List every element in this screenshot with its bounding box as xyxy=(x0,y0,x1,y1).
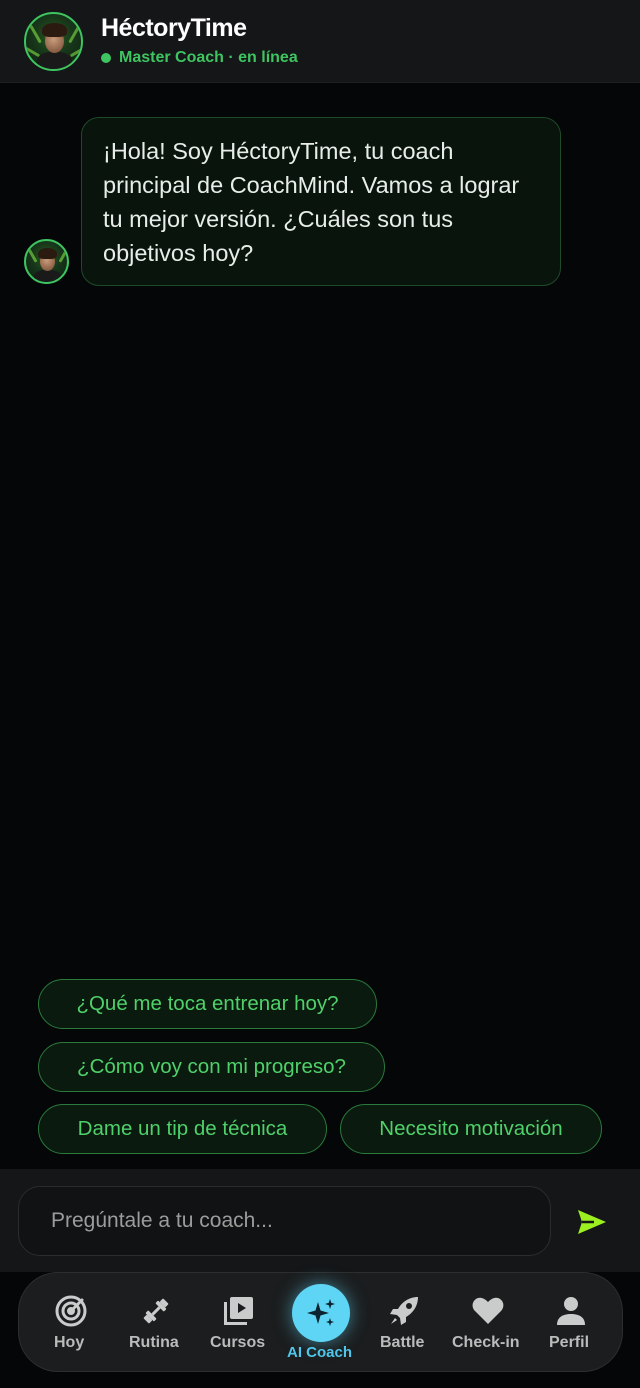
message-input[interactable]: Pregúntale a tu coach... xyxy=(18,1186,551,1256)
nav-item-check-in[interactable]: Check-in xyxy=(449,1273,529,1373)
suggestion-chip-motivation[interactable]: Necesito motivación xyxy=(340,1104,602,1154)
coach-avatar[interactable] xyxy=(24,12,83,71)
coach-name: HéctoryTime xyxy=(101,14,247,42)
suggestion-chip-progress[interactable]: ¿Cómo voy con mi progreso? xyxy=(38,1042,385,1092)
bottom-nav-area: Hoy Rutina Cursos AI Coach Battle Check-… xyxy=(0,1272,640,1388)
coach-message-bubble: ¡Hola! Soy HéctoryTime, tu coach princip… xyxy=(81,117,561,286)
nav-item-rutina[interactable]: Rutina xyxy=(116,1273,196,1373)
message-composer: Pregúntale a tu coach... xyxy=(0,1169,640,1272)
send-button[interactable] xyxy=(572,1202,612,1242)
rocket-icon xyxy=(386,1293,422,1329)
nav-item-hoy[interactable]: Hoy xyxy=(33,1273,108,1373)
online-dot-icon xyxy=(101,53,111,63)
nav-label-cursos: Cursos xyxy=(210,1334,266,1351)
person-icon xyxy=(553,1293,589,1329)
bottom-nav: Hoy Rutina Cursos AI Coach Battle Check-… xyxy=(18,1272,623,1372)
chat-header: HéctoryTime Master Coach · en línea xyxy=(0,0,640,83)
message-avatar xyxy=(24,239,69,284)
nav-label-rutina: Rutina xyxy=(129,1334,179,1351)
nav-item-ai-coach[interactable]: AI Coach xyxy=(281,1273,361,1373)
heart-icon xyxy=(470,1293,506,1329)
suggestion-chip-training[interactable]: ¿Qué me toca entrenar hoy? xyxy=(38,979,377,1029)
nav-label-check-in: Check-in xyxy=(452,1334,520,1351)
nav-item-perfil[interactable]: Perfil xyxy=(537,1273,607,1373)
message-input-placeholder: Pregúntale a tu coach... xyxy=(51,1209,273,1232)
nav-label-battle: Battle xyxy=(380,1334,425,1351)
nav-label-ai-coach: AI Coach xyxy=(287,1344,353,1361)
coach-status-text: Master Coach · en línea xyxy=(119,49,298,66)
nav-label-hoy: Hoy xyxy=(54,1334,85,1351)
sparkles-icon xyxy=(307,1299,335,1326)
nav-label-perfil: Perfil xyxy=(549,1334,590,1351)
video-library-icon xyxy=(220,1293,256,1329)
dumbbell-icon xyxy=(138,1293,174,1329)
nav-item-battle[interactable]: Battle xyxy=(369,1273,444,1373)
nav-item-cursos[interactable]: Cursos xyxy=(202,1273,277,1373)
coach-status: Master Coach · en línea xyxy=(101,49,298,67)
send-icon xyxy=(578,1210,606,1234)
suggestion-chip-technique[interactable]: Dame un tip de técnica xyxy=(38,1104,327,1154)
ai-coach-active-indicator xyxy=(292,1284,350,1342)
target-icon xyxy=(53,1293,89,1329)
